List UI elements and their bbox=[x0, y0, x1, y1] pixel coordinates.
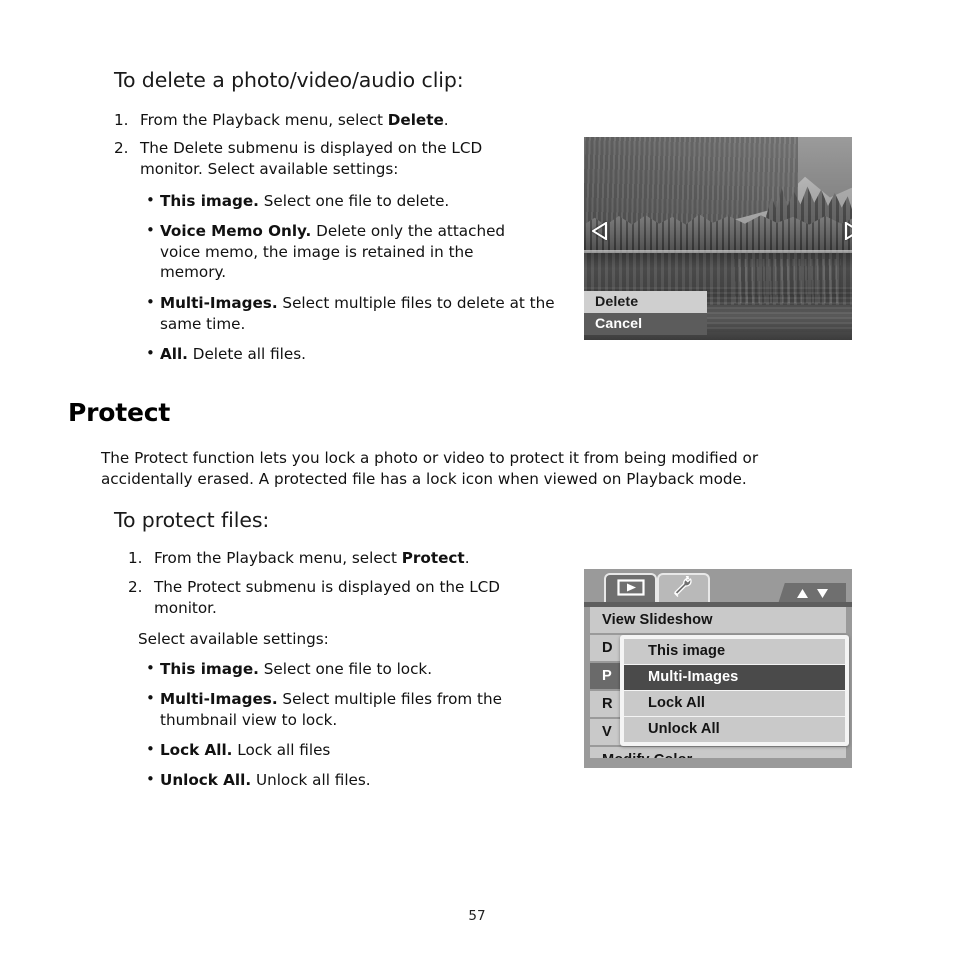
lcd-tabbar bbox=[584, 569, 852, 604]
protect-step-1-body: From the Playback menu, select Protect. bbox=[154, 548, 548, 569]
protect-settings-intro: Select available settings: bbox=[138, 630, 329, 648]
protect-step-1-bold: Protect bbox=[401, 549, 465, 567]
protect-option-lock-all: • Lock All. Lock all files bbox=[146, 740, 546, 761]
delete-step-2: 2. The Delete submenu is displayed on th… bbox=[114, 138, 534, 179]
protect-option-multi-images-body: Multi-Images. Select multiple files from… bbox=[160, 689, 536, 730]
lcd-delete-menu: Delete Cancel bbox=[584, 291, 708, 335]
protect-step-2-body: The Protect submenu is displayed on the … bbox=[154, 578, 500, 617]
protect-step-1: 1. From the Playback menu, select Protec… bbox=[128, 548, 548, 569]
bullet-icon: • bbox=[146, 191, 155, 209]
delete-option-all-term: All. bbox=[160, 345, 188, 363]
lcd-photo-screenshot: Delete Cancel bbox=[584, 137, 852, 340]
protect-option-lock-all-body: Lock All. Lock all files bbox=[160, 740, 546, 761]
protect-option-lock-all-term: Lock All. bbox=[160, 741, 233, 759]
protect-option-this-image: • This image. Select one file to lock. bbox=[146, 659, 546, 680]
delete-option-voice-memo-body: Voice Memo Only. Delete only the attache… bbox=[160, 221, 544, 283]
scroll-up-arrow[interactable] bbox=[796, 584, 809, 603]
bullet-icon: • bbox=[146, 221, 155, 239]
setup-tab[interactable] bbox=[657, 573, 710, 603]
protect-step-1-marker: 1. bbox=[128, 549, 143, 567]
protect-option-this-image-term: This image. bbox=[160, 660, 259, 678]
delete-step-1-bold: Delete bbox=[387, 111, 444, 129]
lcd-submenu-item-lock-all[interactable]: Lock All bbox=[624, 691, 845, 716]
delete-option-all: • All. Delete all files. bbox=[146, 344, 546, 365]
delete-option-multi-images-term: Multi-Images. bbox=[160, 294, 278, 312]
bullet-icon: • bbox=[146, 740, 155, 758]
lcd-menu-item-delete[interactable]: Delete bbox=[584, 291, 708, 313]
lcd-submenu-item-this-image[interactable]: This image bbox=[624, 639, 845, 664]
delete-option-this-image-desc: Select one file to delete. bbox=[258, 192, 450, 210]
delete-step-1-body: From the Playback menu, select Delete. bbox=[140, 110, 534, 131]
protect-heading: Protect bbox=[68, 398, 171, 427]
lcd-menu-screenshot: View Slideshow D P R V Modify Color This… bbox=[584, 569, 852, 768]
delete-option-this-image: • This image. Select one file to delete. bbox=[146, 191, 546, 212]
protect-option-this-image-body: This image. Select one file to lock. bbox=[160, 659, 546, 680]
lcd-bottom-bar bbox=[584, 758, 852, 768]
lcd-submenu-item-multi-images[interactable]: Multi-Images bbox=[624, 665, 845, 690]
protect-option-unlock-all-desc: Unlock all files. bbox=[251, 771, 371, 789]
scroll-down-arrow[interactable] bbox=[816, 584, 829, 603]
delete-option-multi-images: • Multi-Images. Select multiple files to… bbox=[146, 293, 561, 334]
delete-step-2-body: The Delete submenu is displayed on the L… bbox=[140, 139, 483, 178]
protect-option-multi-images: • Multi-Images. Select multiple files fr… bbox=[146, 689, 536, 730]
protect-step-1-tail: . bbox=[464, 549, 470, 567]
delete-option-voice-memo-term: Voice Memo Only. bbox=[160, 222, 312, 240]
bullet-icon: • bbox=[146, 689, 155, 707]
lcd-menu-item-view-slideshow[interactable]: View Slideshow bbox=[590, 607, 846, 633]
protect-option-unlock-all-body: Unlock All. Unlock all files. bbox=[160, 770, 546, 791]
protect-step-2-marker: 2. bbox=[128, 578, 143, 596]
delete-section-heading: To delete a photo/video/audio clip: bbox=[114, 68, 464, 92]
bullet-icon: • bbox=[146, 293, 155, 311]
delete-step-1-text: From the Playback menu, select bbox=[140, 111, 388, 129]
playback-tab[interactable] bbox=[604, 573, 657, 603]
manual-page: To delete a photo/video/audio clip: 1. F… bbox=[0, 0, 954, 954]
delete-option-all-desc: Delete all files. bbox=[187, 345, 306, 363]
bullet-icon: • bbox=[146, 770, 155, 788]
lcd-submenu-item-unlock-all[interactable]: Unlock All bbox=[624, 717, 845, 742]
bullet-icon: • bbox=[146, 659, 155, 677]
protect-step-2: 2. The Protect submenu is displayed on t… bbox=[128, 577, 543, 618]
lcd-scroll-arrows bbox=[778, 583, 846, 604]
page-number: 57 bbox=[468, 908, 486, 924]
delete-option-voice-memo: • Voice Memo Only. Delete only the attac… bbox=[146, 221, 544, 283]
delete-step-1-marker: 1. bbox=[114, 111, 129, 129]
wrench-icon bbox=[671, 575, 697, 602]
protect-subheading: To protect files: bbox=[114, 508, 270, 532]
delete-option-multi-images-body: Multi-Images. Select multiple files to d… bbox=[160, 293, 561, 334]
bullet-icon: • bbox=[146, 344, 155, 362]
delete-option-this-image-body: This image. Select one file to delete. bbox=[160, 191, 546, 212]
lcd-menu-item-cancel[interactable]: Cancel bbox=[584, 313, 708, 335]
protect-step-1-text: From the Playback menu, select bbox=[154, 549, 402, 567]
lcd-protect-submenu: This image Multi-Images Lock All Unlock … bbox=[620, 635, 849, 746]
protect-paragraph: The Protect function lets you lock a pho… bbox=[101, 449, 759, 488]
delete-option-all-body: All. Delete all files. bbox=[160, 344, 546, 365]
protect-option-unlock-all-term: Unlock All. bbox=[160, 771, 252, 789]
protect-option-lock-all-desc: Lock all files bbox=[232, 741, 331, 759]
delete-step-1-tail: . bbox=[443, 111, 449, 129]
delete-step-2-marker: 2. bbox=[114, 139, 129, 157]
protect-option-unlock-all: • Unlock All. Unlock all files. bbox=[146, 770, 546, 791]
delete-option-this-image-term: This image. bbox=[160, 192, 259, 210]
protect-option-this-image-desc: Select one file to lock. bbox=[258, 660, 433, 678]
protect-option-multi-images-term: Multi-Images. bbox=[160, 690, 278, 708]
delete-step-1: 1. From the Playback menu, select Delete… bbox=[114, 110, 534, 131]
play-icon bbox=[616, 578, 645, 600]
